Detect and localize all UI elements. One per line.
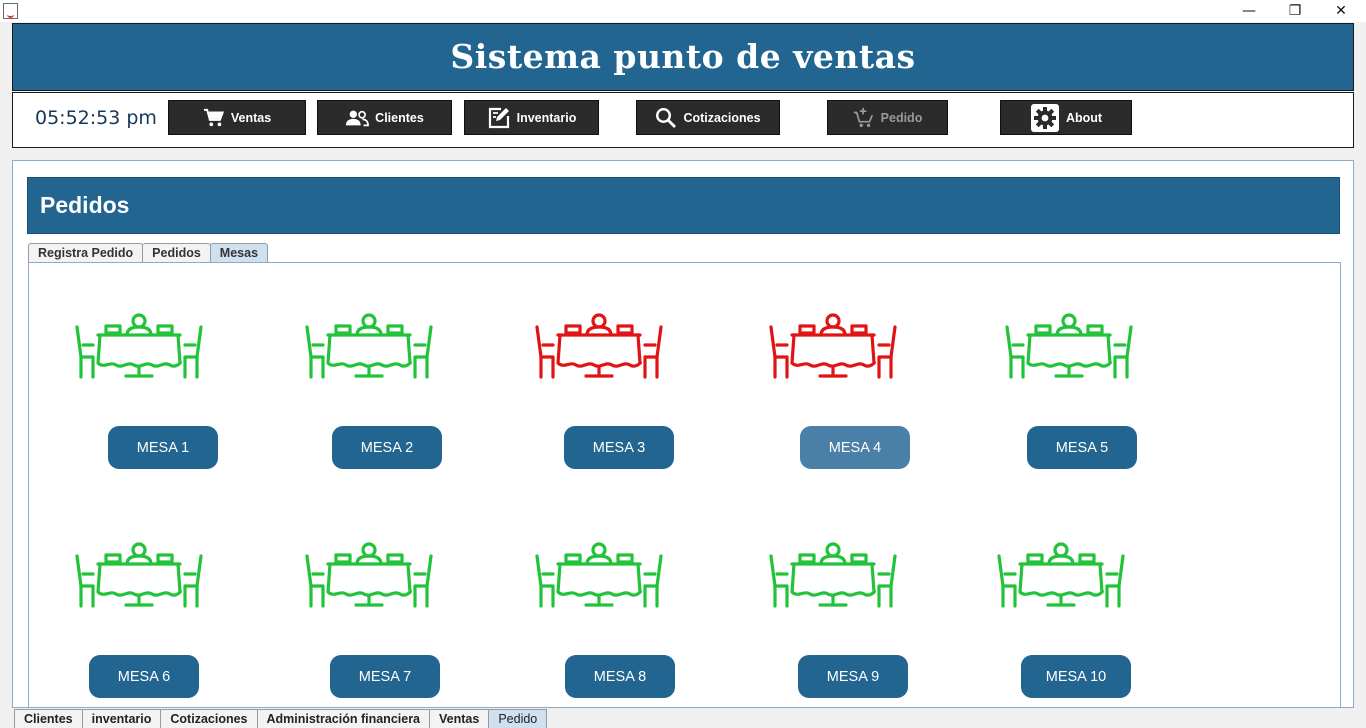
table-icon [305, 542, 433, 608]
tab-registra-pedido[interactable]: Registra Pedido [28, 243, 144, 263]
bottom-tab-inventario[interactable]: inventario [81, 709, 162, 728]
clientes-button-label: Clientes [375, 110, 424, 125]
inventario-button-label: Inventario [516, 110, 577, 125]
ventas-button-label: Ventas [230, 110, 272, 125]
minimize-button[interactable]: — [1226, 0, 1272, 22]
table-icon [535, 542, 663, 608]
header-banner: Sistema punto de ventas [12, 23, 1354, 91]
mesa-4-button[interactable]: MESA 4 [800, 426, 910, 469]
mesa-8-button[interactable]: MESA 8 [565, 655, 675, 698]
app-title: Sistema punto de ventas [450, 37, 916, 76]
mesa-7-button[interactable]: MESA 7 [330, 655, 440, 698]
table-icon [769, 542, 897, 608]
bottom-tabs: Clientes inventario Cotizaciones Adminis… [14, 709, 548, 728]
search-icon [656, 107, 677, 128]
tab-pedidos[interactable]: Pedidos [142, 243, 211, 263]
mesa-9-button[interactable]: MESA 9 [798, 655, 908, 698]
table-icon [75, 313, 203, 379]
tab-mesas[interactable]: Mesas [209, 243, 269, 263]
section-header: Pedidos [27, 177, 1340, 234]
mesa-1-button[interactable]: MESA 1 [108, 426, 218, 469]
table-icon [1005, 313, 1133, 379]
java-app-icon [3, 3, 18, 19]
table-icon [769, 313, 897, 379]
bottom-tab-ventas[interactable]: Ventas [429, 709, 490, 728]
pedido-button[interactable]: Pedido [827, 100, 948, 135]
pedido-button-label: Pedido [880, 110, 923, 125]
bottom-tab-pedido[interactable]: Pedido [488, 709, 548, 728]
table-icon [535, 313, 663, 379]
bottom-tab-cotizaciones[interactable]: Cotizaciones [160, 709, 258, 728]
gear-icon [1030, 103, 1059, 132]
close-button[interactable]: ✕ [1318, 0, 1364, 22]
toolbar: 05:52:53 pm Ventas Clientes Inventario C… [12, 92, 1354, 148]
table-icon [75, 542, 203, 608]
bottom-tab-clientes[interactable]: Clientes [14, 709, 83, 728]
mesa-6-button[interactable]: MESA 6 [89, 655, 199, 698]
inventario-button[interactable]: Inventario [464, 100, 599, 135]
users-icon [346, 110, 370, 126]
pedidos-tabs: Registra Pedido Pedidos Mesas [28, 243, 269, 263]
mesa-10-button[interactable]: MESA 10 [1021, 655, 1131, 698]
mesa-5-button[interactable]: MESA 5 [1027, 426, 1137, 469]
restore-button[interactable]: ❐ [1272, 0, 1318, 22]
cotizaciones-button[interactable]: Cotizaciones [636, 100, 780, 135]
main-panel: Pedidos Registra Pedido Pedidos Mesas ME… [12, 160, 1354, 708]
clientes-button[interactable]: Clientes [317, 100, 452, 135]
edit-note-icon [488, 107, 509, 128]
mesa-2-button[interactable]: MESA 2 [332, 426, 442, 469]
about-button[interactable]: About [1000, 100, 1132, 135]
cart-icon [203, 108, 224, 126]
mesa-3-button[interactable]: MESA 3 [564, 426, 674, 469]
ventas-button[interactable]: Ventas [168, 100, 306, 135]
cotizaciones-button-label: Cotizaciones [683, 110, 761, 125]
add-cart-icon [853, 107, 873, 127]
mesas-panel: MESA 1 MESA 2 MESA 3 MESA 4 MESA 5 MESA … [28, 262, 1341, 708]
bottom-tab-administracion-financiera[interactable]: Administración financiera [256, 709, 431, 728]
about-button-label: About [1065, 110, 1103, 125]
table-icon [997, 542, 1125, 608]
table-icon [305, 313, 433, 379]
clock: 05:52:53 pm [35, 107, 157, 129]
window-titlebar: — ❐ ✕ [0, 0, 1366, 22]
section-title: Pedidos [40, 192, 130, 218]
